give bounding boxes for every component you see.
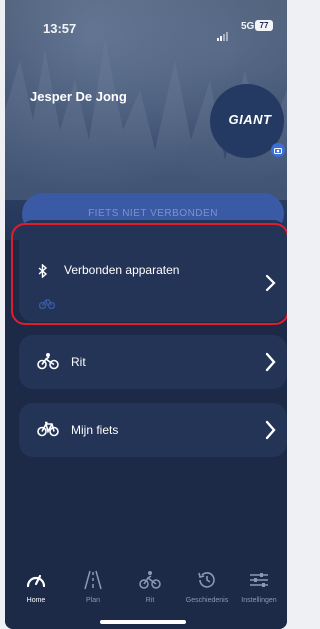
camera-icon[interactable] [271, 143, 285, 157]
bike-icon [37, 352, 59, 375]
sliders-icon [250, 573, 268, 587]
my-bike-label: Mijn fiets [71, 423, 119, 437]
tab-label: Home [26, 597, 46, 604]
tab-settings[interactable]: Instellingen [231, 570, 287, 604]
chevron-right-icon [263, 351, 277, 378]
tab-ride[interactable]: Rit [122, 570, 178, 604]
tab-label: Instellingen [241, 597, 277, 604]
tab-history[interactable]: Geschiedenis [179, 570, 235, 604]
battery-icon: 77 [255, 20, 273, 31]
speedometer-icon [26, 574, 46, 588]
tab-label: Rit [145, 597, 155, 604]
bluetooth-icon [37, 263, 49, 283]
connected-devices-label: Verbonden apparaten [64, 263, 180, 277]
ride-label: Rit [71, 355, 86, 369]
bike-icon [37, 421, 59, 442]
bike-icon [38, 296, 56, 314]
my-bike-card[interactable]: Mijn fiets [19, 403, 287, 457]
tab-label: Plan [85, 597, 100, 604]
brand-logo: GIANT [228, 112, 272, 127]
status-bar: 13:57 5G 77 [5, 0, 287, 44]
tab-home[interactable]: Home [8, 570, 64, 604]
chevron-right-icon [263, 419, 277, 446]
ride-card[interactable]: Rit [19, 335, 287, 389]
bike-icon [139, 571, 161, 589]
home-indicator [100, 620, 186, 624]
chevron-right-icon [263, 274, 277, 297]
status-time: 13:57 [43, 21, 77, 36]
tab-label: Geschiedenis [185, 597, 229, 604]
history-icon [198, 572, 215, 588]
network-label: 5G [241, 21, 255, 32]
user-name: Jesper De Jong [30, 89, 127, 104]
signal-icon [217, 23, 229, 41]
tab-plan[interactable]: Plan [65, 570, 121, 604]
road-icon [84, 570, 102, 590]
bottom-tab-bar: Home Plan Rit Geschiedenis Instellingen [5, 562, 287, 629]
connected-devices-card[interactable]: Verbonden apparaten [19, 220, 287, 322]
app-screen: 13:57 5G 77 Jesper De Jong GIANT FIETS N… [5, 0, 287, 629]
